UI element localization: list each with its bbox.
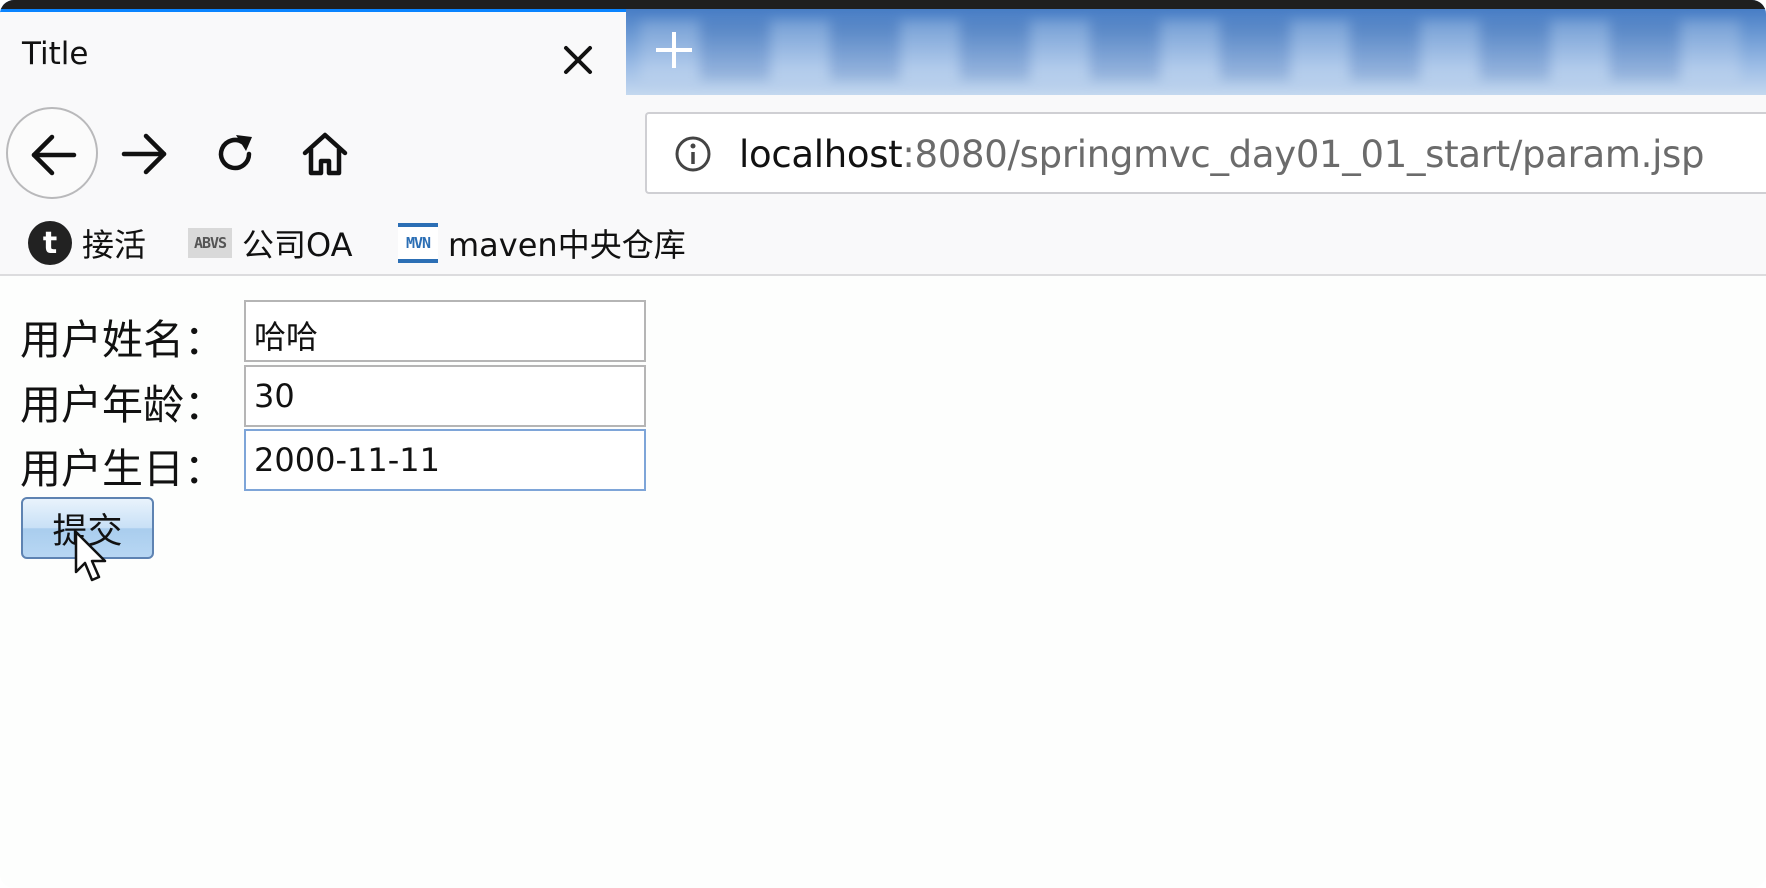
back-arrow-icon	[31, 134, 77, 176]
info-icon[interactable]	[673, 134, 713, 174]
page-content: 用户姓名： 哈哈 用户年龄： 30 用户生日： 2000-11-11 提交	[0, 276, 1766, 888]
username-label: 用户姓名：	[20, 316, 225, 364]
age-label: 用户年龄：	[20, 381, 225, 429]
birthday-label: 用户生日：	[20, 445, 225, 493]
address-bar[interactable]: localhost:8080/springmvc_day01_01_start/…	[645, 112, 1766, 194]
t-circle-icon: t	[28, 221, 72, 265]
tab-title: Title	[22, 36, 89, 72]
tab-strip: Title	[0, 0, 1766, 99]
forward-arrow-icon[interactable]	[120, 129, 170, 183]
abvs-icon: ABVS	[188, 228, 232, 258]
mvn-icon: MVN	[398, 223, 438, 263]
navigation-toolbar: localhost:8080/springmvc_day01_01_start/…	[0, 95, 1766, 210]
bookmark-jiehuo[interactable]: t 接活	[28, 220, 146, 266]
bookmark-maven-central[interactable]: MVN maven中央仓库	[398, 220, 686, 266]
username-input[interactable]: 哈哈	[244, 300, 646, 362]
bookmarks-toolbar: t 接活 ABVS 公司OA MVN maven中央仓库	[0, 210, 1766, 276]
new-tab-plus-icon[interactable]	[652, 28, 696, 72]
url-host: localhost	[739, 133, 903, 176]
mouse-cursor-icon	[74, 530, 114, 590]
back-button[interactable]	[6, 107, 98, 199]
reload-icon[interactable]	[212, 131, 258, 181]
bookmark-label: maven中央仓库	[448, 226, 686, 264]
bookmark-label: 公司OA	[242, 226, 353, 264]
home-icon[interactable]	[300, 129, 350, 183]
bookmark-label: 接活	[82, 226, 147, 264]
close-tab-icon[interactable]	[558, 40, 598, 80]
window-top-edge	[0, 0, 1766, 9]
age-input[interactable]: 30	[244, 365, 646, 427]
tab-active[interactable]: Title	[0, 9, 626, 99]
birthday-input[interactable]: 2000-11-11	[244, 429, 646, 491]
url-path: :8080/springmvc_day01_01_start/param.jsp	[902, 133, 1705, 176]
browser-window: Title localhost:8080/springmvc_day01_01_…	[0, 0, 1766, 888]
background-tabs-blur	[640, 20, 1740, 80]
bookmark-company-oa[interactable]: ABVS 公司OA	[188, 220, 353, 266]
url-text[interactable]: localhost:8080/springmvc_day01_01_start/…	[739, 133, 1705, 176]
